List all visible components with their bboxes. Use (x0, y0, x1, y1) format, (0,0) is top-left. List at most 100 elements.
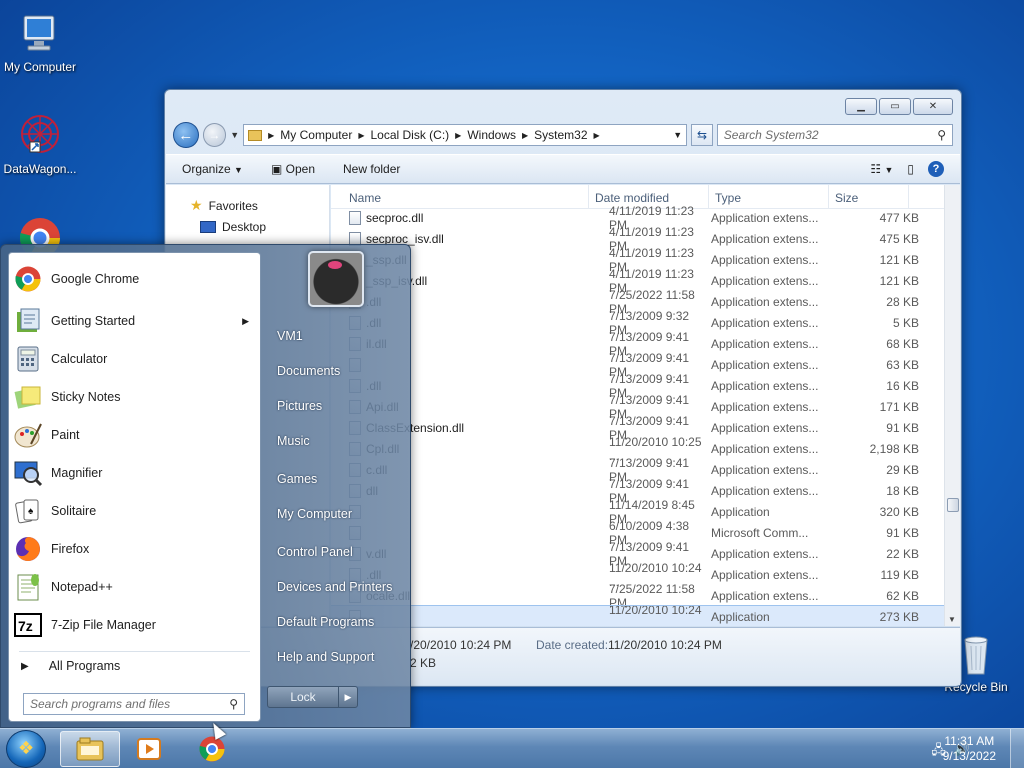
file-size: 273 KB (879, 609, 919, 624)
breadcrumb-item[interactable]: Local Disk (C:) (370, 128, 449, 142)
file-type: Application extens... (711, 483, 819, 498)
start-menu-link[interactable]: Documents (277, 364, 340, 378)
start-button[interactable] (6, 730, 46, 768)
breadcrumb-separator-icon: ▶ (268, 130, 275, 140)
start-menu-link[interactable]: Music (277, 434, 310, 448)
recent-pages-dropdown[interactable]: ▼ (230, 130, 239, 140)
start-program-label: Getting Started (51, 314, 136, 328)
chevron-down-icon: ▼ (234, 165, 243, 175)
open-button[interactable]: ▣ Open (271, 162, 315, 176)
address-bar[interactable]: ▶ My Computer ▶ Local Disk (C:) ▶ Window… (243, 124, 688, 146)
breadcrumb-item[interactable]: My Computer (280, 128, 352, 142)
start-search-input[interactable]: Search programs and files ⚲ (23, 693, 245, 715)
new-folder-button[interactable]: New folder (343, 162, 400, 176)
lock-button[interactable]: Lock (267, 686, 339, 708)
file-size: 119 KB (880, 567, 919, 582)
svg-text:♠: ♠ (28, 506, 34, 517)
taskbar-chrome[interactable] (182, 731, 242, 767)
nav-item-desktop[interactable]: Desktop (190, 216, 329, 237)
breadcrumb-separator-icon[interactable]: ▶ (358, 131, 364, 140)
sticky-notes-icon (13, 382, 43, 412)
nav-item-favorites[interactable]: ★ Favorites (190, 195, 329, 216)
start-menu-programs: Google Chrome Getting Started ▶ Calculator S… (8, 252, 261, 722)
column-name[interactable]: Name (331, 185, 589, 208)
file-size: 62 KB (886, 588, 919, 603)
minimize-button[interactable]: ▁ (845, 98, 877, 115)
file-type: Microsoft Comm... (711, 525, 809, 540)
show-desktop-button[interactable] (1010, 729, 1024, 768)
start-program-item[interactable]: 7z 7-Zip File Manager (13, 608, 257, 642)
start-program-item[interactable]: Magnifier (13, 456, 257, 490)
breadcrumb-item[interactable]: System32 (534, 128, 587, 142)
start-menu-link[interactable]: Default Programs (277, 615, 374, 629)
window-controls: ▁ ▭ ✕ (845, 98, 953, 115)
start-menu-link[interactable]: Devices and Printers (277, 580, 392, 594)
breadcrumb-item[interactable]: Windows (467, 128, 516, 142)
file-type: Application extens... (711, 567, 819, 582)
scrollbar-thumb[interactable] (947, 498, 959, 512)
file-size: 171 KB (879, 399, 919, 414)
start-program-item[interactable]: ♠ Solitaire (13, 494, 257, 528)
start-program-item[interactable]: Getting Started ▶ (13, 304, 257, 338)
detail-size: 2 KB (410, 656, 437, 670)
start-menu-link[interactable]: VM1 (277, 329, 303, 343)
search-input[interactable]: Search System32 ⚲ (716, 124, 953, 146)
file-size: 320 KB (879, 504, 919, 519)
chrome-icon (199, 736, 225, 762)
file-size: 16 KB (886, 378, 919, 393)
vertical-scrollbar[interactable]: ▼ (944, 185, 960, 626)
breadcrumb-separator-icon[interactable]: ▶ (522, 131, 528, 140)
minimize-icon: ▁ (857, 101, 865, 112)
column-size[interactable]: Size (829, 185, 909, 208)
file-size: 121 KB (879, 252, 919, 267)
desktop-icon-my-computer[interactable]: My Computer (0, 10, 80, 74)
file-type: Application extens... (711, 588, 819, 603)
all-programs-label: All Programs (48, 659, 121, 673)
file-row[interactable]: 11/20/2010 10:24 ... Application 273 KB (331, 603, 945, 626)
start-program-item[interactable]: Google Chrome (13, 262, 257, 296)
file-name: secproc.dll (366, 210, 424, 225)
start-program-item[interactable]: Notepad++ (13, 570, 257, 604)
organize-button[interactable]: Organize ▼ (182, 162, 243, 176)
datawagon-icon (16, 112, 64, 160)
start-program-label: Google Chrome (51, 272, 140, 286)
taskbar-explorer[interactable] (60, 731, 120, 767)
file-size: 68 KB (886, 336, 919, 351)
taskbar-media-player[interactable] (120, 731, 180, 767)
breadcrumb-separator-icon[interactable]: ▶ (594, 131, 600, 140)
file-type: Application extens... (711, 336, 819, 351)
address-dropdown-icon[interactable]: ▼ (673, 130, 682, 140)
forward-button[interactable]: → (202, 123, 227, 147)
start-program-item[interactable]: Sticky Notes (13, 380, 257, 414)
help-icon[interactable]: ? (928, 161, 944, 177)
preview-pane-button[interactable]: ▯ (907, 162, 914, 176)
maximize-button[interactable]: ▭ (879, 98, 911, 115)
file-type: Application extens... (711, 357, 819, 372)
magnifier-icon (13, 458, 43, 488)
start-program-label: 7-Zip File Manager (51, 618, 156, 632)
refresh-button[interactable]: ⇆ (691, 124, 713, 146)
start-program-item[interactable]: Paint (13, 418, 257, 452)
start-menu-link[interactable]: Help and Support (277, 650, 374, 664)
close-button[interactable]: ✕ (913, 98, 953, 115)
all-programs-button[interactable]: ▶ All Programs (21, 659, 120, 673)
start-program-item[interactable]: Calculator (13, 342, 257, 376)
start-menu-link[interactable]: My Computer (277, 507, 352, 521)
start-menu-link[interactable]: Games (277, 472, 317, 486)
breadcrumb-separator-icon[interactable]: ▶ (455, 131, 461, 140)
start-program-item[interactable]: Firefox (13, 532, 257, 566)
user-avatar[interactable] (308, 251, 364, 307)
back-button[interactable]: ← (173, 122, 199, 148)
file-size: 28 KB (886, 294, 919, 309)
file-size: 63 KB (886, 357, 919, 372)
column-type[interactable]: Type (709, 185, 829, 208)
view-options-button[interactable]: ☷ ▼ (870, 162, 893, 176)
shutdown-options-button[interactable]: ▶ (338, 686, 358, 708)
scroll-down-icon[interactable]: ▼ (948, 615, 956, 624)
start-menu-link[interactable]: Control Panel (277, 545, 353, 559)
desktop-icon-datawagon[interactable]: DataWagon... (0, 112, 80, 176)
clock[interactable]: 11:31 AM 9/13/2022 (943, 734, 996, 764)
close-icon: ✕ (928, 101, 938, 112)
file-type: Application extens... (711, 420, 819, 435)
start-menu-link[interactable]: Pictures (277, 399, 322, 413)
